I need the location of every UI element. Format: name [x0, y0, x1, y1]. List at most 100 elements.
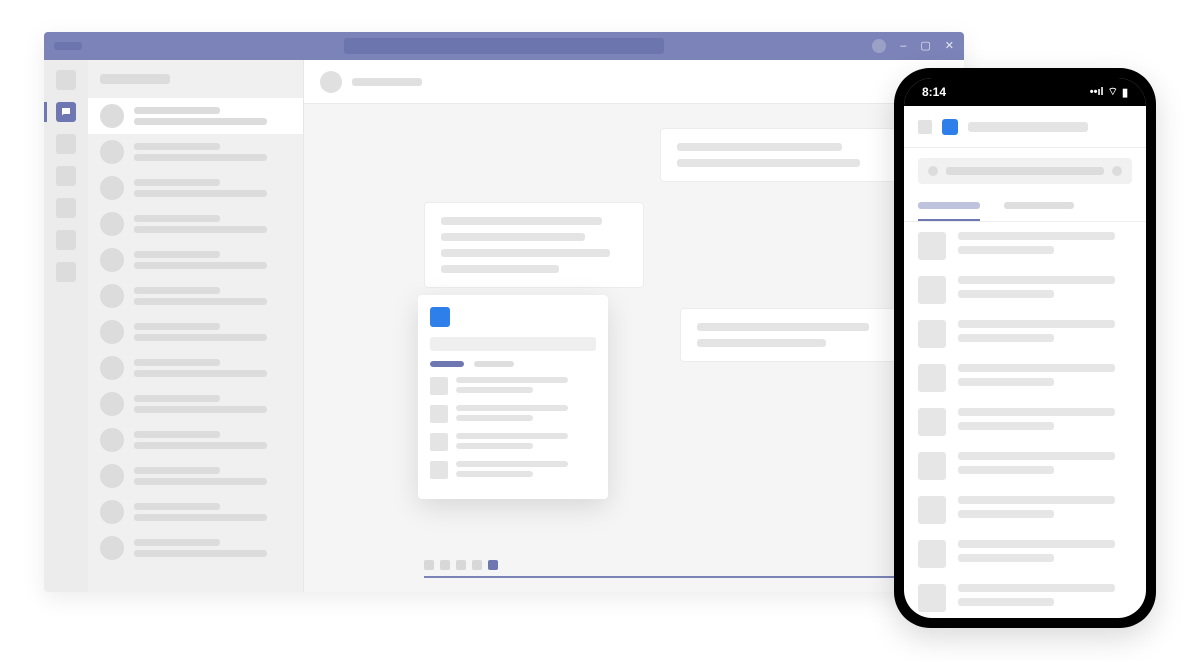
compose-action[interactable] — [440, 560, 450, 570]
result-thumb — [918, 584, 946, 612]
result-title — [958, 540, 1115, 548]
current-user-avatar[interactable] — [872, 39, 886, 53]
mobile-result-item[interactable] — [918, 452, 1132, 480]
back-button[interactable] — [918, 120, 932, 134]
compose-action[interactable] — [424, 560, 434, 570]
clear-icon[interactable] — [1112, 166, 1122, 176]
close-button[interactable]: ✕ — [945, 41, 954, 52]
mobile-tab-1[interactable] — [918, 194, 980, 221]
mobile-result-item[interactable] — [918, 584, 1132, 612]
chat-name — [134, 179, 220, 186]
chat-preview — [134, 118, 267, 125]
mobile-tab-2[interactable] — [1004, 194, 1074, 221]
chat-list-item[interactable] — [88, 206, 303, 242]
rail-item-apps[interactable] — [56, 230, 76, 250]
result-subtitle — [456, 387, 533, 393]
message-bubble[interactable] — [680, 308, 920, 362]
chat-list-item[interactable] — [88, 494, 303, 530]
mobile-search-input[interactable] — [918, 158, 1132, 184]
chat-list-item[interactable] — [88, 134, 303, 170]
chat-list-item[interactable] — [88, 170, 303, 206]
chat-list-item[interactable] — [88, 314, 303, 350]
chat-avatar — [100, 212, 124, 236]
mobile-tabs — [904, 194, 1146, 222]
result-thumb — [918, 408, 946, 436]
chat-list-item[interactable] — [88, 350, 303, 386]
app-menu-placeholder — [54, 42, 82, 50]
mobile-search-placeholder — [946, 167, 1104, 175]
chat-name — [134, 539, 220, 546]
mobile-result-list[interactable] — [904, 222, 1146, 618]
rail-item-chat[interactable] — [56, 102, 76, 122]
result-title — [958, 364, 1115, 372]
result-subtitle — [958, 466, 1054, 474]
mobile-result-item[interactable] — [918, 232, 1132, 260]
result-subtitle — [456, 415, 533, 421]
chat-list-item[interactable] — [88, 422, 303, 458]
result-thumb — [918, 232, 946, 260]
chat-list-item[interactable] — [88, 98, 303, 134]
rail-item-activity[interactable] — [56, 70, 76, 90]
result-subtitle — [958, 334, 1054, 342]
maximize-button[interactable]: ▢ — [920, 41, 930, 52]
minimize-button[interactable]: – — [900, 41, 906, 52]
result-title — [958, 320, 1115, 328]
status-time: 8:14 — [922, 85, 946, 99]
result-thumb — [430, 433, 448, 451]
rail-item-teams[interactable] — [56, 134, 76, 154]
message-bubble[interactable] — [424, 202, 644, 288]
mobile-result-item[interactable] — [918, 408, 1132, 436]
result-thumb — [918, 320, 946, 348]
chat-name — [134, 503, 220, 510]
conversation-header — [304, 60, 964, 104]
message-text-line — [441, 249, 610, 257]
message-text-line — [441, 217, 602, 225]
message-bubble[interactable] — [660, 128, 920, 182]
chat-list-item[interactable] — [88, 386, 303, 422]
chat-name — [134, 143, 220, 150]
extension-search-input[interactable] — [430, 337, 596, 351]
compose-action[interactable] — [472, 560, 482, 570]
chat-avatar — [100, 428, 124, 452]
extension-result-item[interactable] — [430, 377, 596, 395]
notch — [970, 78, 1080, 98]
chat-list-item[interactable] — [88, 530, 303, 566]
chat-avatar — [100, 500, 124, 524]
compose-action[interactable] — [456, 560, 466, 570]
mobile-result-item[interactable] — [918, 540, 1132, 568]
global-search-input[interactable] — [344, 38, 664, 54]
mobile-header — [904, 106, 1146, 148]
mobile-result-item[interactable] — [918, 320, 1132, 348]
conversation-scroll[interactable] — [304, 104, 964, 592]
message-extension-popup — [418, 295, 608, 499]
result-title — [456, 461, 568, 467]
extension-tab-1[interactable] — [430, 361, 464, 367]
chat-preview — [134, 370, 267, 377]
chat-list-item[interactable] — [88, 458, 303, 494]
chat-avatar — [100, 392, 124, 416]
rail-item-more[interactable] — [56, 262, 76, 282]
result-title — [958, 276, 1115, 284]
result-subtitle — [456, 443, 533, 449]
mobile-result-item[interactable] — [918, 364, 1132, 392]
extension-tab-2[interactable] — [474, 361, 514, 367]
message-text-line — [697, 339, 826, 347]
conversation-avatar[interactable] — [320, 71, 342, 93]
message-text-line — [677, 143, 842, 151]
chat-preview — [134, 154, 267, 161]
result-thumb — [918, 452, 946, 480]
chat-list-item[interactable] — [88, 242, 303, 278]
mobile-result-item[interactable] — [918, 276, 1132, 304]
extension-result-item[interactable] — [430, 405, 596, 423]
chat-list-item[interactable] — [88, 278, 303, 314]
mobile-result-item[interactable] — [918, 496, 1132, 524]
conversation-title — [352, 78, 422, 86]
rail-item-files[interactable] — [56, 198, 76, 218]
message-text-line — [441, 265, 559, 273]
compose-action[interactable] — [488, 560, 498, 570]
rail-item-calendar[interactable] — [56, 166, 76, 186]
chat-avatar — [100, 140, 124, 164]
compose-box[interactable] — [424, 544, 920, 578]
extension-result-item[interactable] — [430, 433, 596, 451]
extension-result-item[interactable] — [430, 461, 596, 479]
